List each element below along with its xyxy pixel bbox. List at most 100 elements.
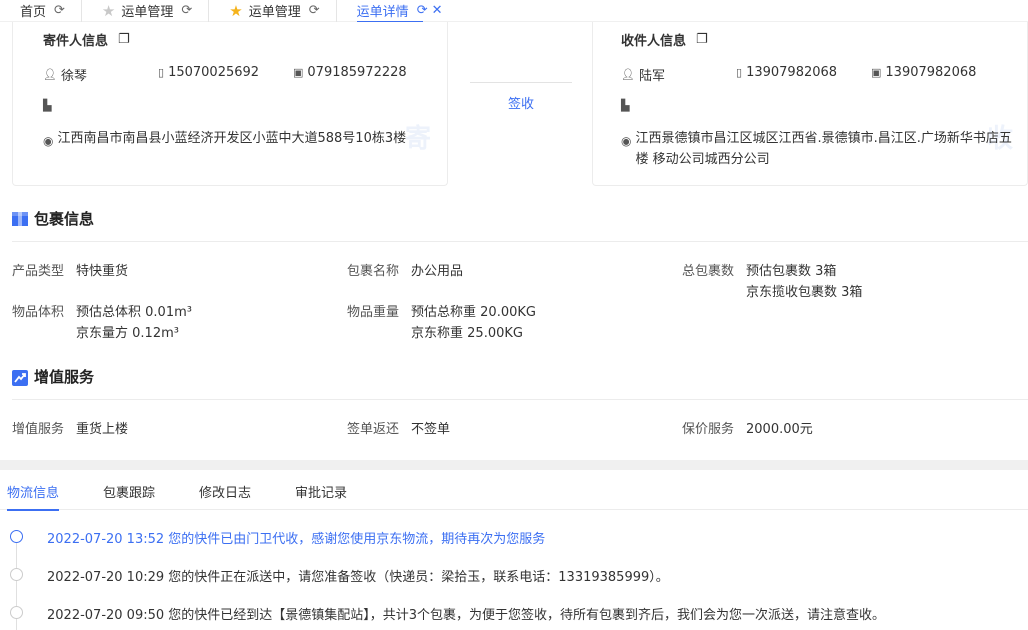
receiver-name-row: 👤︎ 陆军 bbox=[621, 65, 665, 84]
sender-phone: 079185972228 bbox=[307, 65, 407, 80]
status-label: 签收 bbox=[507, 97, 534, 112]
receiver-phone: 13907982068 bbox=[885, 65, 977, 80]
timeline-item: 2022-07-20 13:52 您的快件已由门卫代收，感谢您使用京东物流，期待… bbox=[47, 532, 546, 547]
sender-address: 江西南昌市南昌县小蓝经济开发区小蓝中大道588号10栋3楼 bbox=[57, 131, 407, 146]
field-key: 增值服务 bbox=[12, 422, 65, 437]
receiver-address: 江西景德镇市昌江区城区江西省.景德镇市.昌江区.广场新华书店五楼 移动公司城西分… bbox=[635, 131, 1012, 167]
receiver-extra-row: ▙ bbox=[621, 99, 633, 112]
detail-tabs: 物流信息 包裹跟踪 修改日志 审批记录 bbox=[0, 478, 1028, 511]
receiver-name: 陆军 bbox=[638, 69, 665, 84]
receiver-title-text: 收件人信息 bbox=[621, 34, 687, 49]
copy-icon[interactable]: ❐ bbox=[118, 32, 130, 47]
tab-waybill-manage-2[interactable]: ★ 运单管理 ⟳ bbox=[209, 0, 337, 22]
phone-icon: ▣ bbox=[293, 66, 304, 79]
field-key: 产品类型 bbox=[12, 264, 65, 279]
count-collected: 京东揽收包裹数 3箱 bbox=[746, 285, 863, 300]
sender-title-text: 寄件人信息 bbox=[43, 34, 109, 49]
field-value: 预估总称重 20.00KG 京东称重 25.00KG bbox=[411, 302, 536, 344]
product-type-field: 产品类型 特快重货 bbox=[12, 261, 128, 282]
value-added-title-text: 增值服务 bbox=[34, 368, 95, 386]
tab-logistics[interactable]: 物流信息 bbox=[7, 482, 60, 511]
field-key: 签单返还 bbox=[347, 422, 400, 437]
value-service-field: 增值服务 重货上楼 bbox=[12, 419, 128, 440]
volume-field: 物品体积 预估总体积 0.01m³ 京东量方 0.12m³ bbox=[12, 302, 192, 344]
sender-card: 寄 寄件人信息 ❐ 👤︎ 徐琴 ▯ 15070025692 ▣ 07918597… bbox=[12, 22, 448, 186]
field-value: 预估总体积 0.01m³ 京东量方 0.12m³ bbox=[76, 302, 192, 344]
receiver-mobile: 13907982068 bbox=[746, 65, 838, 80]
star-icon[interactable]: ★ bbox=[102, 2, 115, 20]
sender-title: 寄件人信息 ❐ bbox=[43, 30, 130, 49]
tab-label: 运单管理 bbox=[121, 5, 174, 20]
field-key: 物品重量 bbox=[347, 305, 400, 320]
volume-measured: 京东量方 0.12m³ bbox=[76, 326, 179, 341]
location-icon: ◉ bbox=[43, 134, 54, 148]
receiver-phone-row: ▣ 13907982068 bbox=[871, 65, 976, 80]
insurance-field: 保价服务 2000.00元 bbox=[682, 419, 813, 440]
refresh-icon[interactable]: ⟳ bbox=[181, 3, 192, 18]
sender-name-row: 👤︎ 徐琴 bbox=[43, 65, 87, 84]
trend-up-icon bbox=[12, 369, 28, 386]
field-value: 2000.00元 bbox=[746, 422, 813, 437]
phone-icon: ▣ bbox=[871, 66, 882, 79]
field-value: 不签单 bbox=[411, 422, 451, 437]
refresh-icon[interactable]: ⟳ bbox=[309, 3, 320, 18]
count-estimate: 预估包裹数 3箱 bbox=[746, 264, 837, 279]
building-icon: ▙ bbox=[621, 99, 630, 112]
field-value: 预估包裹数 3箱 京东揽收包裹数 3箱 bbox=[746, 261, 862, 303]
user-icon: 👤︎ bbox=[621, 68, 635, 81]
divider bbox=[12, 399, 1028, 400]
tab-approval-records[interactable]: 审批记录 bbox=[295, 482, 347, 501]
tab-label: 首页 bbox=[20, 5, 47, 20]
status-line bbox=[470, 82, 572, 83]
tab-home[interactable]: 首页 ⟳ bbox=[0, 0, 82, 22]
tab-bar: 首页 ⟳ ★ 运单管理 ⟳ ★ 运单管理 ⟳ 运单详情 ⟳ ✕ bbox=[0, 0, 1028, 23]
tab-label: 运单管理 bbox=[248, 5, 301, 20]
field-value: 特快重货 bbox=[76, 264, 129, 279]
receiver-mobile-row: ▯ 13907982068 bbox=[736, 65, 837, 80]
location-icon: ◉ bbox=[621, 134, 632, 148]
tab-label: 运单详情 bbox=[356, 5, 409, 20]
field-value: 重货上楼 bbox=[76, 422, 129, 437]
tab-change-log[interactable]: 修改日志 bbox=[199, 482, 251, 501]
timeline-item: 2022-07-20 10:29 您的快件正在派送中，请您准备签收（快递员：梁拾… bbox=[47, 570, 669, 585]
sender-name: 徐琴 bbox=[60, 69, 87, 84]
tab-waybill-detail[interactable]: 运单详情 ⟳ ✕ bbox=[337, 0, 459, 23]
field-key: 包裹名称 bbox=[347, 264, 400, 279]
package-title-text: 包裹信息 bbox=[34, 210, 95, 228]
building-icon: ▙ bbox=[43, 99, 52, 112]
star-icon[interactable]: ★ bbox=[229, 2, 242, 20]
receiver-title: 收件人信息 ❐ bbox=[621, 30, 708, 49]
sender-mobile: 15070025692 bbox=[168, 65, 260, 80]
package-name-field: 包裹名称 办公用品 bbox=[347, 261, 463, 282]
receiver-card: 收 收件人信息 ❐ 👤︎ 陆军 ▯ 13907982068 ▣ 13907982… bbox=[592, 22, 1028, 186]
mobile-icon: ▯ bbox=[736, 66, 743, 79]
receiver-address-row: ◉ 江西景德镇市昌江区城区江西省.景德镇市.昌江区.广场新华书店五楼 移动公司城… bbox=[621, 128, 1021, 170]
divider bbox=[12, 241, 1028, 242]
weight-estimate: 预估总称重 20.00KG bbox=[411, 305, 536, 320]
timeline-dot bbox=[10, 568, 23, 581]
refresh-icon[interactable]: ⟳ bbox=[54, 3, 65, 18]
sender-phone-row: ▣ 079185972228 bbox=[293, 65, 407, 80]
sender-address-row: ◉ 江西南昌市南昌县小蓝经济开发区小蓝中大道588号10栋3楼 bbox=[43, 128, 443, 152]
sender-extra-row: ▙ bbox=[43, 99, 55, 112]
user-icon: 👤︎ bbox=[43, 68, 57, 81]
refresh-icon[interactable]: ⟳ bbox=[417, 3, 428, 18]
sign-return-field: 签单返还 不签单 bbox=[347, 419, 450, 440]
weight-measured: 京东称重 25.00KG bbox=[411, 326, 523, 341]
sender-mobile-row: ▯ 15070025692 bbox=[158, 65, 259, 80]
copy-icon[interactable]: ❐ bbox=[696, 32, 708, 47]
close-icon[interactable]: ✕ bbox=[432, 3, 443, 18]
tab-waybill-manage-1[interactable]: ★ 运单管理 ⟳ bbox=[82, 0, 210, 22]
weight-field: 物品重量 预估总称重 20.00KG 京东称重 25.00KG bbox=[347, 302, 536, 344]
field-key: 保价服务 bbox=[682, 422, 735, 437]
package-icon bbox=[12, 211, 28, 226]
field-value: 办公用品 bbox=[411, 264, 464, 279]
timeline-item: 2022-07-20 09:50 您的快件已经到达【景德镇集配站】，共计3个包裹… bbox=[47, 608, 886, 623]
mobile-icon: ▯ bbox=[158, 66, 165, 79]
field-key: 物品体积 bbox=[12, 305, 65, 320]
section-separator bbox=[0, 460, 1028, 470]
tab-package-tracking[interactable]: 包裹跟踪 bbox=[103, 482, 155, 501]
field-key: 总包裹数 bbox=[682, 264, 735, 279]
package-count-field: 总包裹数 预估包裹数 3箱 京东揽收包裹数 3箱 bbox=[682, 261, 862, 303]
timeline-dot bbox=[10, 530, 23, 543]
